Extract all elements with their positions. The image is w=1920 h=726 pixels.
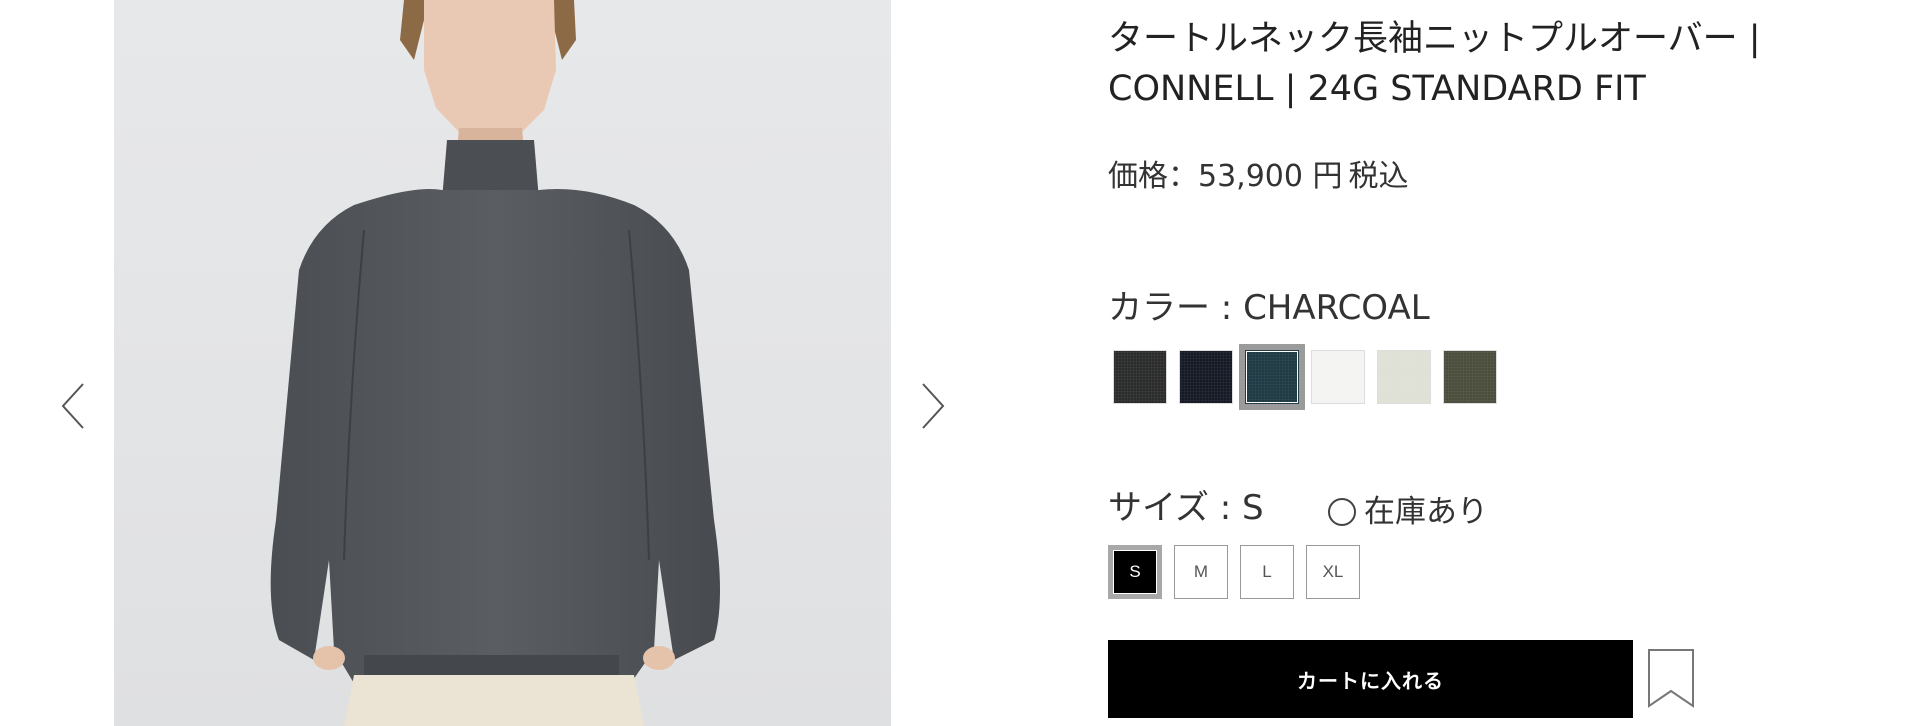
add-to-cart-button[interactable]: カートに入れる (1108, 640, 1633, 718)
price-value: 価格：53,900 円 (1108, 159, 1343, 194)
color-swatch-charcoal[interactable] (1239, 344, 1305, 410)
color-swatch-light-grey[interactable] (1377, 350, 1431, 404)
chevron-right-icon (922, 383, 945, 429)
color-swatch-black[interactable] (1113, 350, 1167, 404)
swatch-fill (1245, 350, 1299, 404)
product-title: タートルネック長袖ニットプルオーバー | CONNELL | 24G STAND… (1108, 14, 1808, 114)
color-swatch-white[interactable] (1311, 350, 1365, 404)
color-swatch-navy[interactable] (1179, 350, 1233, 404)
swatch-fill (1312, 351, 1364, 403)
bookmark-button[interactable] (1646, 648, 1696, 708)
size-option-l[interactable]: L (1240, 545, 1294, 599)
price-tax-note: 税込 (1348, 159, 1409, 194)
stock-status: 在庫あり (1328, 490, 1488, 534)
size-label: サイズ : S (1108, 488, 1264, 528)
product-title-line1: タートルネック長袖ニットプルオーバー | (1108, 19, 1761, 59)
product-photo-illustration (270, 0, 720, 726)
product-title-line2: CONNELL | 24G STANDARD FIT (1108, 69, 1646, 109)
product-image (114, 0, 891, 726)
swatch-fill (1114, 351, 1166, 403)
size-option-xl[interactable]: XL (1306, 545, 1360, 599)
next-image-button[interactable] (911, 380, 951, 432)
size-option-m[interactable]: M (1174, 545, 1228, 599)
product-info-panel: タートルネック長袖ニットプルオーバー | CONNELL | 24G STAND… (1108, 0, 1868, 726)
swatch-fill (1180, 351, 1232, 403)
stock-status-text: 在庫あり (1364, 494, 1488, 530)
color-label: カラー : CHARCOAL (1108, 288, 1430, 328)
color-swatch-olive[interactable] (1443, 350, 1497, 404)
swatch-fill (1444, 351, 1496, 403)
prev-image-button[interactable] (55, 380, 95, 432)
chevron-left-icon (61, 383, 84, 429)
size-option-s[interactable]: S (1108, 545, 1162, 599)
product-price: 価格：53,900 円税込 (1108, 155, 1415, 199)
bookmark-icon (1648, 649, 1694, 708)
circle-icon (1328, 498, 1356, 526)
swatch-fill (1378, 351, 1430, 403)
